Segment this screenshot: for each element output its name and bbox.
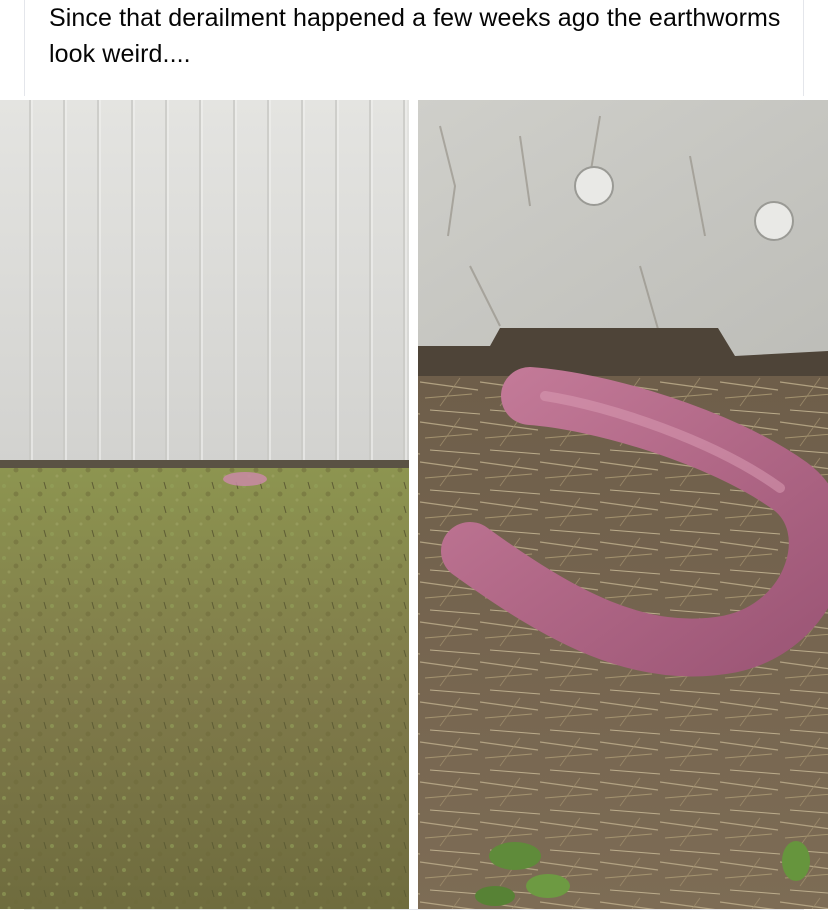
post-card: Since that derailment happened a few wee… [0,0,828,922]
left-photo[interactable] [0,100,409,909]
photo-collage[interactable] [0,96,828,909]
post-media[interactable] [0,96,828,909]
card-border-left [24,0,25,96]
right-photo[interactable] [418,100,828,909]
card-border-right [803,0,804,96]
card-bottom-divider [24,909,804,910]
post-caption: Since that derailment happened a few wee… [49,4,781,68]
